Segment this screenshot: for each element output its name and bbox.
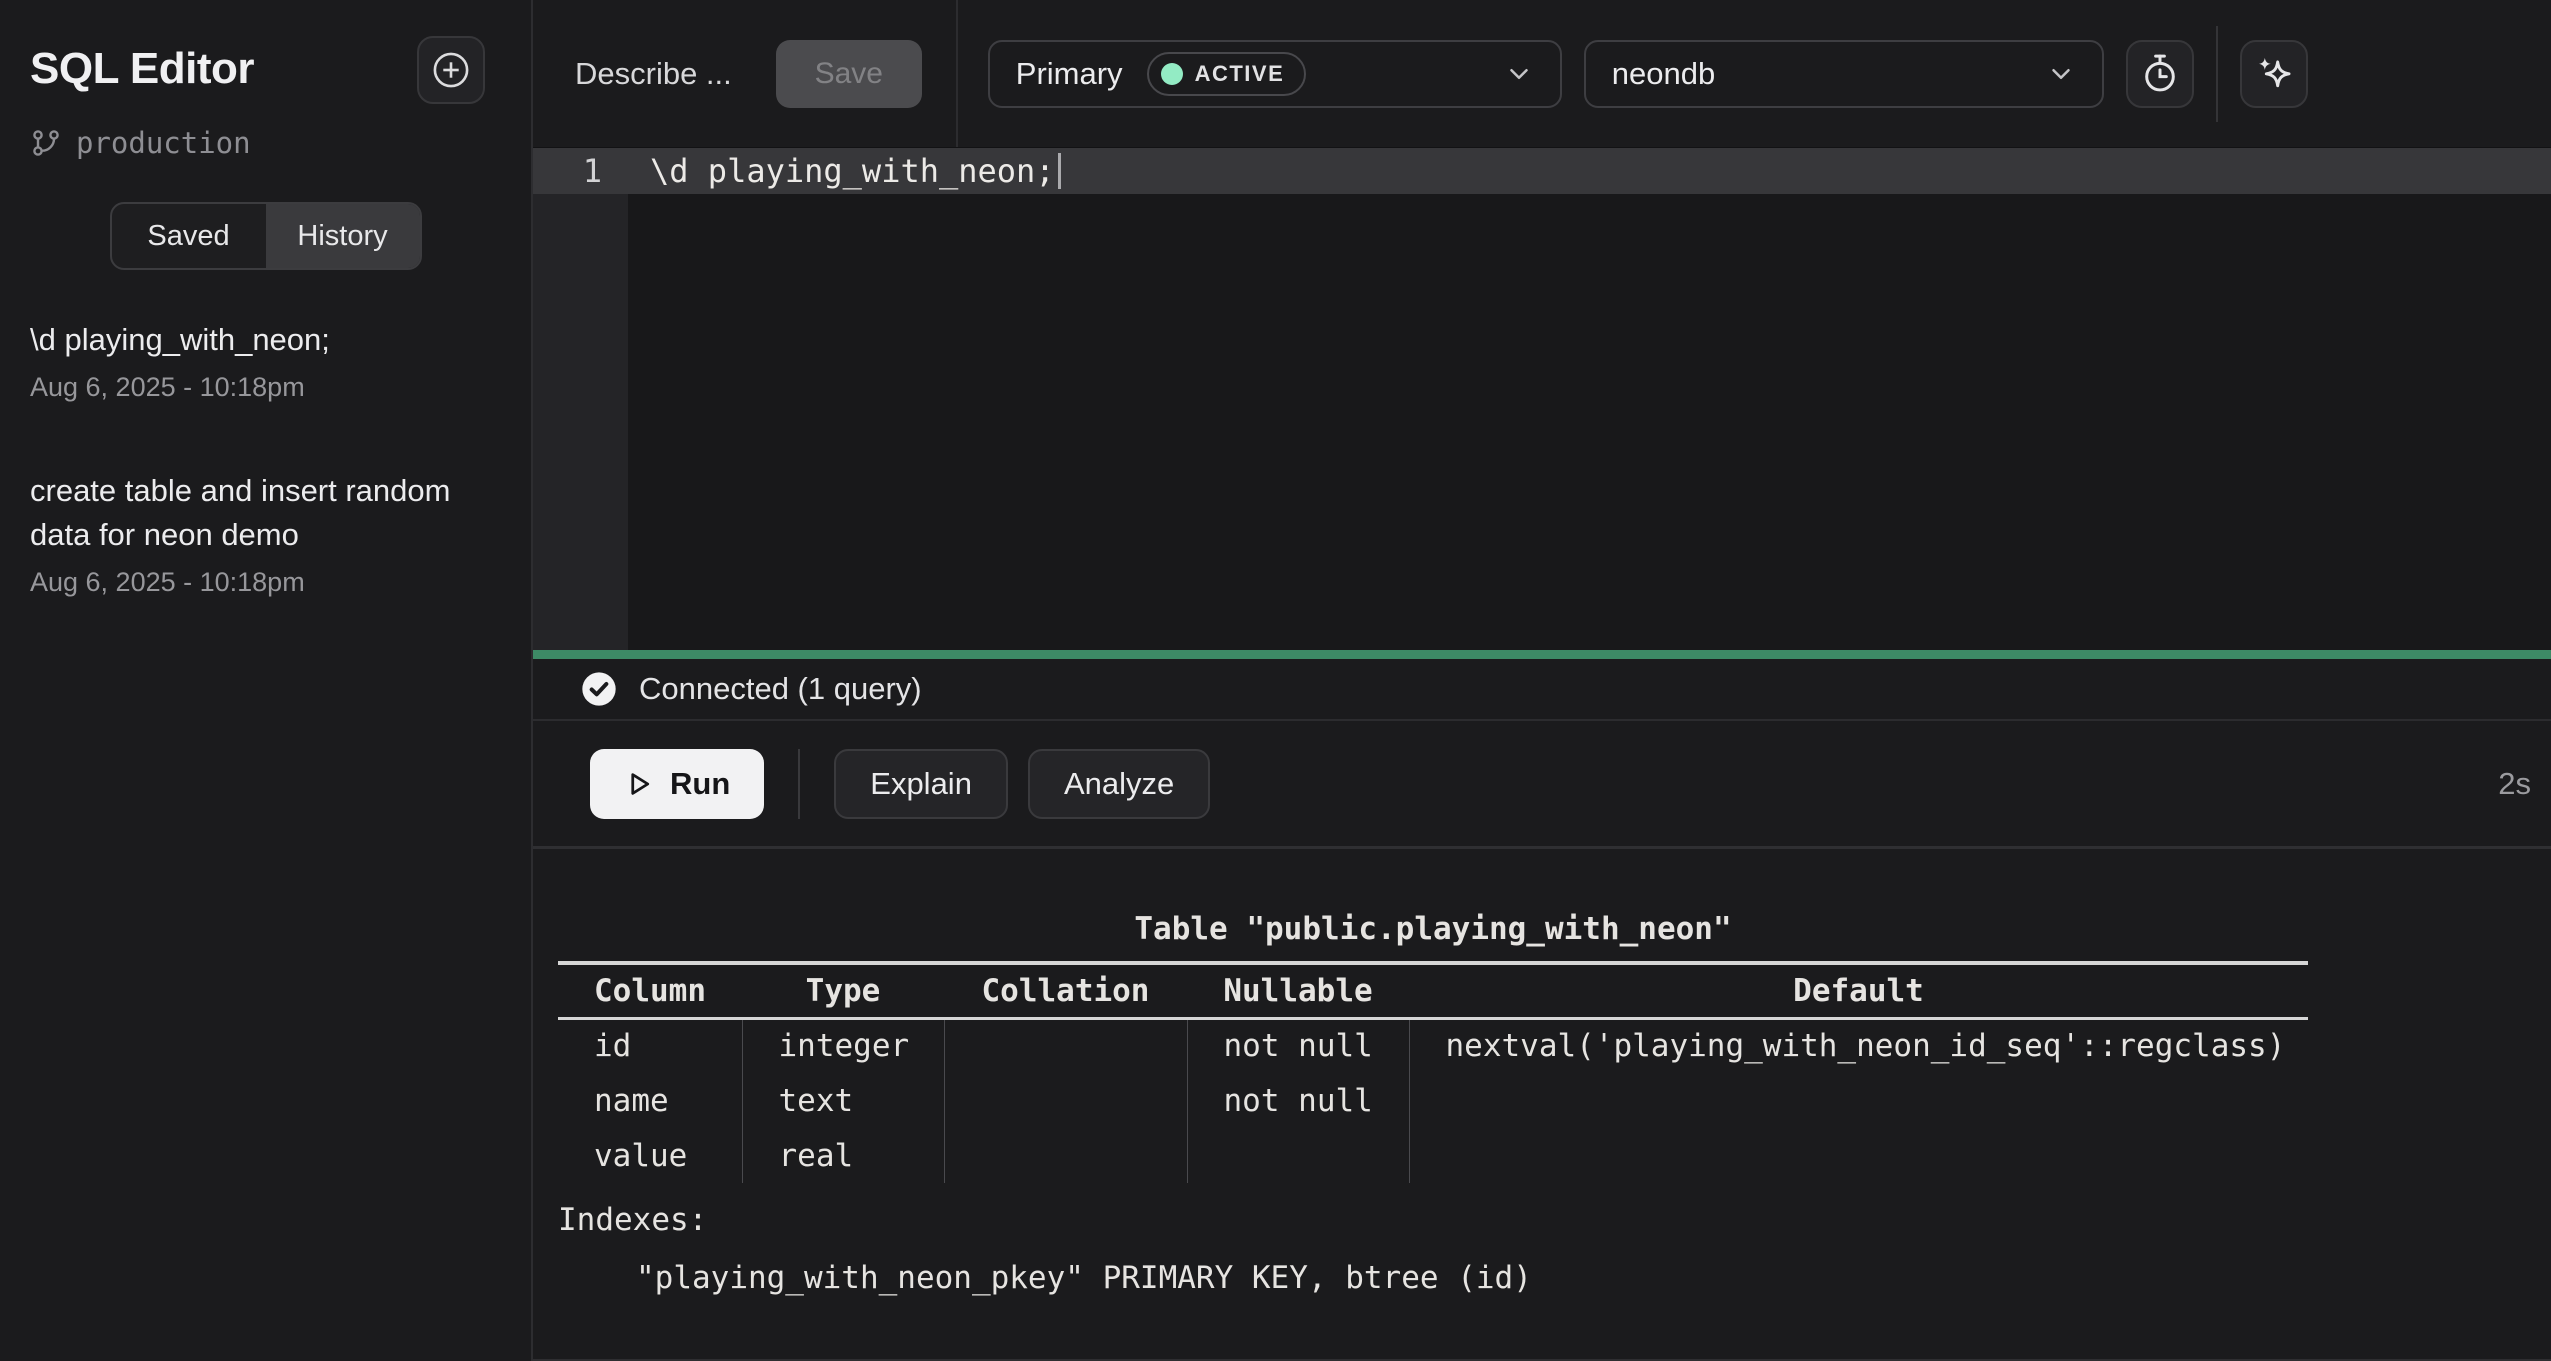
database-select[interactable]: neondb <box>1584 40 2104 108</box>
code-line: \d playing_with_neon; <box>628 152 1061 190</box>
history-item-timestamp: Aug 6, 2025 - 10:18pm <box>30 567 482 598</box>
actions-divider <box>798 749 800 819</box>
editor-gutter <box>533 148 628 650</box>
sql-editor-app: SQL Editor production Saved History <box>0 0 2551 1361</box>
editor-active-line: 1 \d playing_with_neon; <box>533 148 2551 194</box>
history-item-title: \d playing_with_neon; <box>30 318 482 362</box>
column-header: Type <box>742 963 944 1018</box>
sidebar-header: SQL Editor <box>0 0 531 104</box>
connection-status-text: Connected (1 query) <box>639 671 922 707</box>
table-cell <box>1409 1128 2308 1183</box>
status-badge-label: ACTIVE <box>1195 61 1285 87</box>
run-button[interactable]: Run <box>590 749 764 819</box>
branch-name: production <box>76 126 251 160</box>
indexes-section: Indexes: "playing_with_neon_pkey" PRIMAR… <box>558 1197 2551 1301</box>
status-badge: ACTIVE <box>1147 52 1307 96</box>
connection-status: Connected (1 query) <box>533 659 2551 721</box>
history-item[interactable]: create table and insert random data for … <box>30 469 482 598</box>
describe-table: Column Type Collation Nullable Default i… <box>558 961 2308 1183</box>
column-header: Column <box>558 963 742 1018</box>
history-item-title: create table and insert random data for … <box>30 469 482 557</box>
table-cell <box>1409 1073 2308 1128</box>
code-editor[interactable]: 1 \d playing_with_neon; <box>533 148 2551 650</box>
table-cell <box>1187 1128 1409 1183</box>
topbar-controls: Primary ACTIVE neondb <box>958 0 2551 147</box>
git-branch-icon <box>30 127 62 159</box>
table-row: id integer not null nextval('playing_wit… <box>558 1018 2308 1073</box>
table-cell: id <box>558 1018 742 1073</box>
table-cell: real <box>742 1128 944 1183</box>
index-definition: "playing_with_neon_pkey" PRIMARY KEY, bt… <box>558 1255 2551 1301</box>
query-tab: Describe ... Save <box>533 0 958 147</box>
results-table-title: Table "public.playing_with_neon" <box>558 911 2308 947</box>
database-select-value: neondb <box>1612 56 1715 92</box>
play-icon <box>624 769 654 799</box>
history-item[interactable]: \d playing_with_neon; Aug 6, 2025 - 10:1… <box>30 318 482 403</box>
branch-indicator: production <box>0 104 531 160</box>
results-panel: Table "public.playing_with_neon" Column … <box>533 849 2551 1361</box>
table-cell <box>944 1073 1187 1128</box>
indexes-label: Indexes: <box>558 1197 2551 1243</box>
actions-toolbar: Run Explain Analyze 2s <box>533 721 2551 849</box>
table-cell: not null <box>1187 1018 1409 1073</box>
table-cell: value <box>558 1128 742 1183</box>
sidebar-tabs: Saved History <box>110 202 422 270</box>
table-cell: name <box>558 1073 742 1128</box>
column-header: Collation <box>944 963 1187 1018</box>
new-query-button[interactable] <box>417 36 485 104</box>
query-duration: 2s <box>2498 766 2537 802</box>
save-button[interactable]: Save <box>776 40 922 108</box>
check-circle-icon <box>579 669 619 709</box>
history-item-timestamp: Aug 6, 2025 - 10:18pm <box>30 372 482 403</box>
tab-saved[interactable]: Saved <box>112 204 266 268</box>
history-list: \d playing_with_neon; Aug 6, 2025 - 10:1… <box>0 270 531 598</box>
stopwatch-icon <box>2139 53 2181 95</box>
run-button-label: Run <box>670 766 730 802</box>
table-cell: text <box>742 1073 944 1128</box>
table-cell <box>944 1018 1187 1073</box>
line-number: 1 <box>533 152 628 190</box>
code-text: \d playing_with_neon; <box>650 152 1055 190</box>
topbar: Describe ... Save Primary ACTIVE neondb <box>533 0 2551 148</box>
sparkle-icon <box>2252 52 2296 96</box>
query-title: Describe ... <box>575 56 732 92</box>
column-header: Nullable <box>1187 963 1409 1018</box>
panel-resize-handle[interactable] <box>533 650 2551 659</box>
chevron-down-icon <box>1504 59 1534 89</box>
text-cursor-icon <box>1058 153 1061 189</box>
branch-select[interactable]: Primary ACTIVE <box>988 40 1562 108</box>
main-panel: Describe ... Save Primary ACTIVE neondb <box>533 0 2551 1361</box>
active-dot-icon <box>1161 63 1183 85</box>
table-row: name text not null <box>558 1073 2308 1128</box>
analyze-button[interactable]: Analyze <box>1028 749 1210 819</box>
explain-button[interactable]: Explain <box>834 749 1008 819</box>
column-header: Default <box>1409 963 2308 1018</box>
table-cell: nextval('playing_with_neon_id_seq'::regc… <box>1409 1018 2308 1073</box>
tab-history[interactable]: History <box>266 204 420 268</box>
table-header-row: Column Type Collation Nullable Default <box>558 963 2308 1018</box>
branch-select-value: Primary <box>1016 56 1123 92</box>
sidebar: SQL Editor production Saved History <box>0 0 533 1361</box>
query-timing-button[interactable] <box>2126 40 2194 108</box>
chevron-down-icon <box>2046 59 2076 89</box>
page-title: SQL Editor <box>30 44 254 94</box>
table-cell: not null <box>1187 1073 1409 1128</box>
ai-assistant-button[interactable] <box>2240 40 2308 108</box>
plus-circle-icon <box>430 49 472 91</box>
table-row: value real <box>558 1128 2308 1183</box>
table-cell: integer <box>742 1018 944 1073</box>
topbar-divider <box>2216 26 2218 122</box>
table-cell <box>944 1128 1187 1183</box>
